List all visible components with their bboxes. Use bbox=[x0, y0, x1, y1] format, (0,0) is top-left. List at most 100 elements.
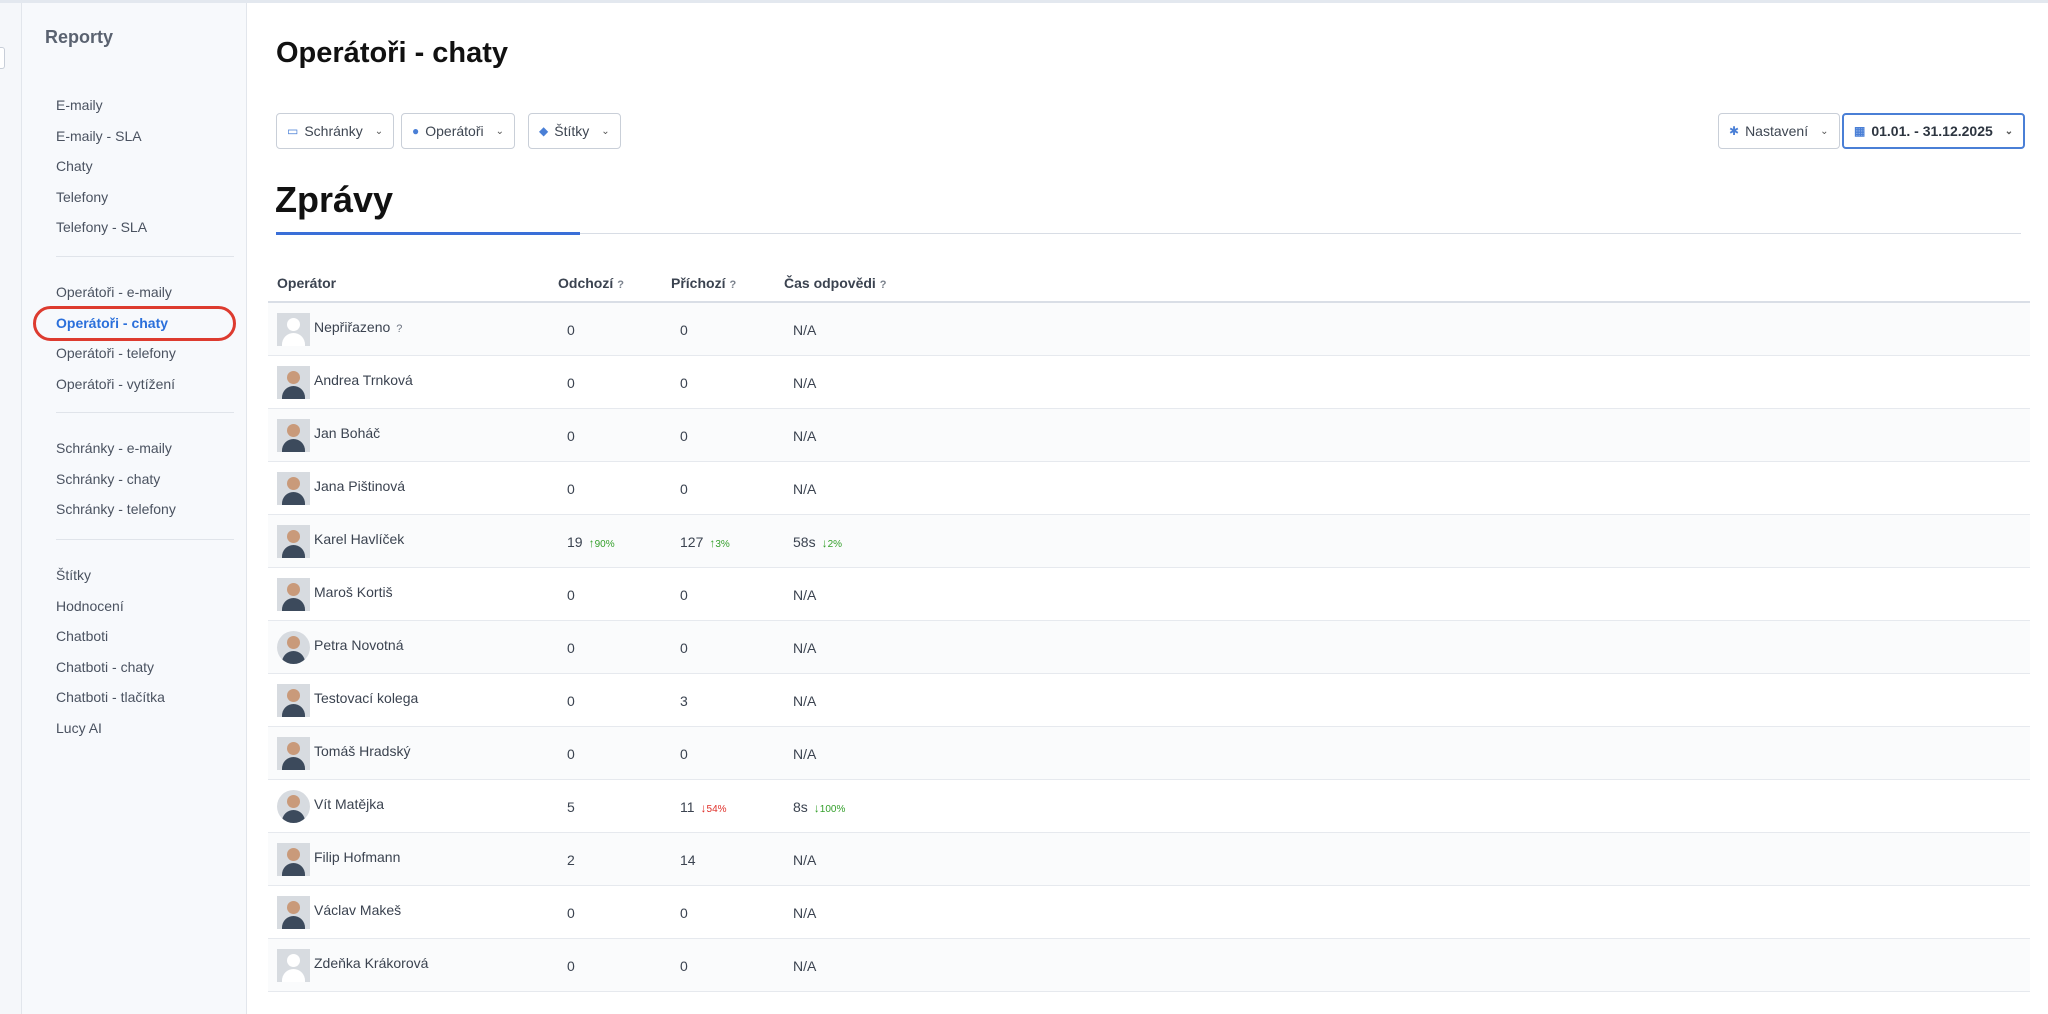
table-row[interactable]: Maroš Kortiš 0 0 N/A bbox=[268, 568, 2030, 621]
response-cell: N/A bbox=[793, 640, 817, 656]
response-cell: N/A bbox=[793, 746, 817, 762]
nav-item-chatbots-chats[interactable]: Chatboti - chaty bbox=[56, 652, 226, 683]
nav-item-chats[interactable]: Chaty bbox=[56, 151, 226, 182]
nav-item-emails-sla[interactable]: E-maily - SLA bbox=[56, 121, 226, 152]
outgoing-cell: 0 bbox=[567, 693, 575, 709]
column-outgoing[interactable]: Odchozí? bbox=[558, 275, 624, 291]
outgoing-cell: 19 ↑90% bbox=[567, 534, 615, 550]
trend-up-indicator: ↑90% bbox=[588, 536, 615, 550]
avatar bbox=[277, 949, 310, 982]
tags-filter[interactable]: ◆ Štítky ⌄ bbox=[528, 113, 621, 149]
outgoing-cell: 0 bbox=[567, 587, 575, 603]
outgoing-cell: 0 bbox=[567, 428, 575, 444]
response-cell: N/A bbox=[793, 375, 817, 391]
avatar bbox=[277, 525, 310, 558]
date-range-picker[interactable]: ▦ 01.01. - 31.12.2025 ⌄ bbox=[1842, 113, 2026, 149]
table-row[interactable]: Tomáš Hradský 0 0 N/A bbox=[268, 727, 2030, 780]
avatar bbox=[277, 737, 310, 770]
operator-name: Maroš Kortiš bbox=[314, 584, 393, 600]
section-title: Zprávy bbox=[275, 179, 394, 220]
response-cell: N/A bbox=[793, 693, 817, 709]
date-range-label: 01.01. - 31.12.2025 bbox=[1871, 123, 1993, 139]
help-icon[interactable]: ? bbox=[396, 323, 402, 335]
avatar bbox=[277, 419, 310, 452]
incoming-cell: 0 bbox=[680, 428, 688, 444]
table-row[interactable]: Petra Novotná 0 0 N/A bbox=[268, 621, 2030, 674]
avatar bbox=[277, 896, 310, 929]
nav-group-reports: E-maily E-maily - SLA Chaty Telefony Tel… bbox=[56, 90, 226, 243]
nav-item-emails[interactable]: E-maily bbox=[56, 90, 226, 121]
incoming-cell: 0 bbox=[680, 905, 688, 921]
outgoing-cell: 0 bbox=[567, 640, 575, 656]
table-row[interactable]: Nepřiřazeno? 0 0 N/A bbox=[268, 303, 2030, 356]
incoming-cell: 0 bbox=[680, 322, 688, 338]
help-icon[interactable]: ? bbox=[880, 279, 887, 291]
nav-item-phones[interactable]: Telefony bbox=[56, 182, 226, 213]
operator-name: Testovací kolega bbox=[314, 690, 419, 706]
table-body: Nepřiřazeno? 0 0 N/A Andrea Trnková 0 0 N/A Jan … bbox=[268, 303, 2030, 992]
outgoing-cell: 0 bbox=[567, 958, 575, 974]
response-cell: N/A bbox=[793, 852, 817, 868]
nav-item-tags[interactable]: Štítky bbox=[56, 560, 226, 591]
nav-item-lucy-ai[interactable]: Lucy AI bbox=[56, 713, 226, 744]
avatar bbox=[277, 843, 310, 876]
response-cell: N/A bbox=[793, 481, 817, 497]
outgoing-cell: 5 bbox=[567, 799, 575, 815]
nav-item-operators-workload[interactable]: Operátoři - vytížení bbox=[56, 369, 226, 400]
help-icon[interactable]: ? bbox=[729, 279, 736, 291]
operator-name: Petra Novotná bbox=[314, 637, 404, 653]
table-row[interactable]: Vít Matějka 5 11 ↓54% 8s ↓100% bbox=[268, 780, 2030, 833]
outgoing-cell: 2 bbox=[567, 852, 575, 868]
outgoing-cell: 0 bbox=[567, 481, 575, 497]
nav-item-mailboxes-chats[interactable]: Schránky - chaty bbox=[56, 464, 226, 495]
chevron-down-icon: ⌄ bbox=[601, 125, 610, 137]
nav-item-operators-emails[interactable]: Operátoři - e-maily bbox=[56, 277, 226, 308]
table-row[interactable]: Testovací kolega 0 3 N/A bbox=[268, 674, 2030, 727]
nav-item-chatbots[interactable]: Chatboti bbox=[56, 621, 226, 652]
settings-dropdown[interactable]: ✱ Nastavení ⌄ bbox=[1718, 113, 1840, 149]
incoming-cell: 3 bbox=[680, 693, 688, 709]
response-cell: N/A bbox=[793, 322, 817, 338]
avatar bbox=[277, 684, 310, 717]
incoming-cell: 11 ↓54% bbox=[680, 799, 727, 815]
table-row[interactable]: Filip Hofmann 2 14 N/A bbox=[268, 833, 2030, 886]
mailboxes-filter-label: Schránky bbox=[304, 123, 363, 139]
chevron-down-icon: ⌄ bbox=[2004, 125, 2014, 137]
nav-item-chatbots-buttons[interactable]: Chatboti - tlačítka bbox=[56, 682, 226, 713]
chevron-down-icon: ⌄ bbox=[495, 125, 504, 137]
incoming-cell: 127 ↑3% bbox=[680, 534, 730, 550]
sidebar-title: Reporty bbox=[45, 27, 114, 47]
nav-item-operators-phones[interactable]: Operátoři - telefony bbox=[56, 338, 226, 369]
column-incoming[interactable]: Příchozí? bbox=[671, 275, 736, 291]
trend-up-indicator: ↓2% bbox=[821, 536, 843, 550]
calendar-icon: ▦ bbox=[1854, 124, 1866, 138]
table-row[interactable]: Andrea Trnková 0 0 N/A bbox=[268, 356, 2030, 409]
response-cell: 8s ↓100% bbox=[793, 799, 846, 815]
table-row[interactable]: Zdeňka Krákorová 0 0 N/A bbox=[268, 939, 2030, 992]
nav-divider bbox=[56, 539, 234, 540]
table-row[interactable]: Václav Makeš 0 0 N/A bbox=[268, 886, 2030, 939]
help-icon[interactable]: ? bbox=[617, 279, 624, 291]
avatar bbox=[277, 578, 310, 611]
operators-filter-label: Operátoři bbox=[425, 123, 484, 139]
nav-item-operators-chats[interactable]: Operátoři - chaty bbox=[56, 308, 226, 339]
table-row[interactable]: Jan Boháč 0 0 N/A bbox=[268, 409, 2030, 462]
operators-filter[interactable]: ● Operátoři ⌄ bbox=[401, 113, 515, 149]
response-cell: N/A bbox=[793, 905, 817, 921]
nav-item-phones-sla[interactable]: Telefony - SLA bbox=[56, 212, 226, 243]
nav-item-mailboxes-emails[interactable]: Schránky - e-maily bbox=[56, 433, 226, 464]
outgoing-cell: 0 bbox=[567, 905, 575, 921]
incoming-cell: 0 bbox=[680, 746, 688, 762]
panel-toggle[interactable] bbox=[0, 47, 5, 69]
column-operator[interactable]: Operátor bbox=[277, 275, 336, 291]
column-response-time[interactable]: Čas odpovědi? bbox=[784, 275, 887, 291]
user-icon: ● bbox=[412, 124, 420, 138]
avatar bbox=[277, 366, 310, 399]
mailboxes-filter[interactable]: ▭ Schránky ⌄ bbox=[276, 113, 395, 149]
table-row[interactable]: Jana Pištinová 0 0 N/A bbox=[268, 462, 2030, 515]
nav-item-ratings[interactable]: Hodnocení bbox=[56, 591, 226, 622]
main-content: Operátoři - chaty ▭ Schránky ⌄ ● Operáto… bbox=[248, 3, 2048, 1014]
gear-icon: ✱ bbox=[1729, 124, 1740, 138]
table-row[interactable]: Karel Havlíček 19 ↑90% 127 ↑3% 58s ↓2% bbox=[268, 515, 2030, 568]
nav-item-mailboxes-phones[interactable]: Schránky - telefony bbox=[56, 494, 226, 525]
